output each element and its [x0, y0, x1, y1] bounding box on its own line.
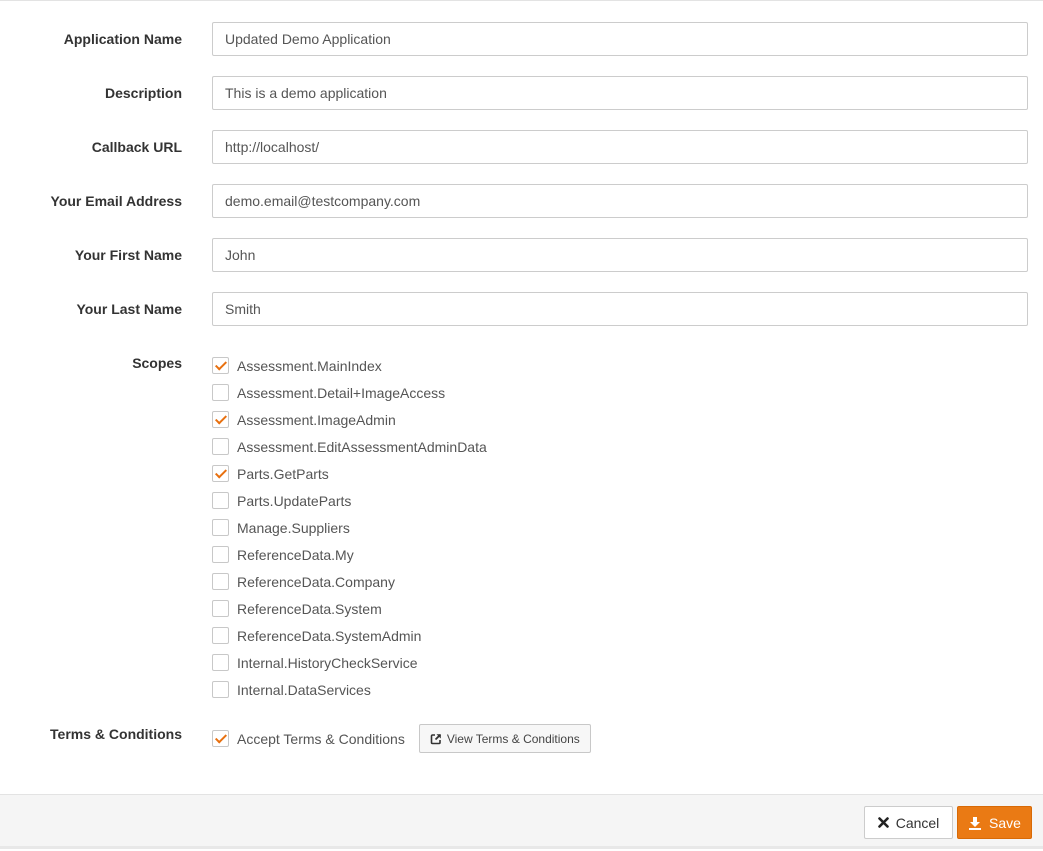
scope-label: Assessment.ImageAdmin — [237, 411, 396, 428]
scope-label: Assessment.EditAssessmentAdminData — [237, 438, 487, 455]
last-name-input[interactable] — [212, 292, 1028, 326]
application-name-input[interactable] — [212, 22, 1028, 56]
close-icon — [877, 817, 889, 828]
scope-option[interactable]: Assessment.ImageAdmin — [212, 406, 487, 433]
scope-option[interactable]: ReferenceData.Company — [212, 568, 487, 595]
email-input[interactable] — [212, 184, 1028, 218]
cancel-button[interactable]: Cancel — [864, 806, 953, 839]
scope-checkbox[interactable] — [212, 465, 229, 482]
scope-checkbox[interactable] — [212, 438, 229, 455]
scope-option[interactable]: ReferenceData.SystemAdmin — [212, 622, 487, 649]
scope-label: Assessment.Detail+ImageAccess — [237, 384, 446, 401]
scope-checkbox[interactable] — [212, 627, 229, 644]
description-input[interactable] — [212, 76, 1028, 110]
terms-label: Terms & Conditions — [50, 726, 182, 742]
save-label: Save — [989, 814, 1021, 831]
scope-option[interactable]: Assessment.MainIndex — [212, 352, 487, 379]
application-name-row: Application Name — [0, 22, 1043, 56]
scopes-label: Scopes — [132, 355, 182, 371]
scope-checkbox[interactable] — [212, 411, 229, 428]
callback-url-row: Callback URL — [0, 130, 1043, 164]
first-name-row: Your First Name — [0, 238, 1043, 272]
scope-label: Parts.GetParts — [237, 465, 329, 482]
view-terms-button[interactable]: View Terms & Conditions — [418, 724, 591, 753]
scope-checkbox[interactable] — [212, 573, 229, 590]
scope-option[interactable]: Internal.HistoryCheckService — [212, 649, 487, 676]
first-name-input[interactable] — [212, 238, 1028, 272]
scope-option[interactable]: ReferenceData.System — [212, 595, 487, 622]
scope-option[interactable]: Parts.UpdateParts — [212, 487, 487, 514]
scope-label: ReferenceData.System — [237, 600, 382, 617]
callback-url-label: Callback URL — [91, 139, 182, 155]
scope-checkbox[interactable] — [212, 681, 229, 698]
scope-label: Internal.DataServices — [237, 681, 371, 698]
scope-checkbox[interactable] — [212, 600, 229, 617]
callback-url-input[interactable] — [212, 130, 1028, 164]
scope-label: ReferenceData.My — [237, 546, 354, 563]
accept-terms-option[interactable]: Accept Terms & Conditions — [212, 724, 405, 753]
scope-checkbox[interactable] — [212, 654, 229, 671]
scope-option[interactable]: Assessment.Detail+ImageAccess — [212, 379, 487, 406]
scope-label: Internal.HistoryCheckService — [237, 654, 418, 671]
scope-checkbox-list: Assessment.MainIndex Assessment.Detail+Im… — [212, 352, 487, 703]
scope-checkbox[interactable] — [212, 357, 229, 374]
last-name-row: Your Last Name — [0, 292, 1043, 326]
download-icon — [968, 816, 982, 830]
external-link-icon — [430, 733, 441, 744]
accept-terms-label: Accept Terms & Conditions — [237, 730, 405, 747]
scope-label: ReferenceData.SystemAdmin — [237, 627, 422, 644]
scope-label: Parts.UpdateParts — [237, 492, 352, 509]
email-row: Your Email Address — [0, 184, 1043, 218]
last-name-label: Your Last Name — [76, 301, 182, 317]
save-button[interactable]: Save — [957, 806, 1032, 839]
cancel-label: Cancel — [895, 814, 940, 831]
scope-option[interactable]: Assessment.EditAssessmentAdminData — [212, 433, 487, 460]
accept-terms-checkbox[interactable] — [212, 730, 229, 747]
application-name-label: Application Name — [63, 31, 182, 47]
description-row: Description — [0, 76, 1043, 110]
scope-option[interactable]: Internal.DataServices — [212, 676, 487, 703]
scope-checkbox[interactable] — [212, 546, 229, 563]
scope-checkbox[interactable] — [212, 492, 229, 509]
scope-option[interactable]: Parts.GetParts — [212, 460, 487, 487]
description-label: Description — [104, 85, 182, 101]
scope-option[interactable]: ReferenceData.My — [212, 541, 487, 568]
scope-checkbox[interactable] — [212, 384, 229, 401]
scope-option[interactable]: Manage.Suppliers — [212, 514, 487, 541]
scope-checkbox[interactable] — [212, 519, 229, 536]
app-registration-page: Application Name Description Callback UR… — [0, 0, 1043, 851]
first-name-label: Your First Name — [74, 247, 182, 263]
scope-label: ReferenceData.Company — [237, 573, 395, 590]
view-terms-label: View Terms & Conditions — [446, 731, 580, 746]
form-footer: Cancel Save — [0, 794, 1043, 849]
scope-label: Manage.Suppliers — [237, 519, 350, 536]
terms-row: Accept Terms & Conditions View Terms & C… — [212, 724, 591, 753]
scope-label: Assessment.MainIndex — [237, 357, 382, 374]
email-label: Your Email Address — [50, 193, 182, 209]
